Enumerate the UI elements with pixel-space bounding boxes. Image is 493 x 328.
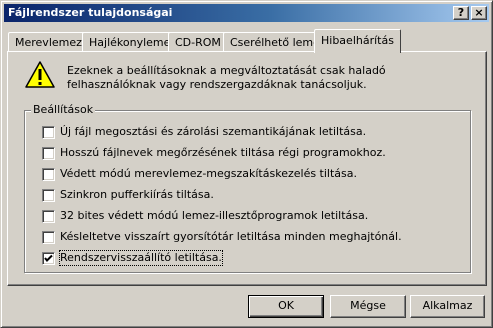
option-new-file-sharing[interactable]: Új fájl megosztási és zárolási szemantik… <box>42 124 366 140</box>
close-icon: × <box>474 6 484 19</box>
checkbox-checked[interactable] <box>42 251 55 265</box>
window-title: Fájlrendszer tulajdonságai <box>8 6 173 19</box>
option-write-behind-cache[interactable]: Késleltetve visszaírt gyorsítótár letilt… <box>42 229 402 245</box>
warning-line-1: Ezeknek a beállításoknak a megváltoztatá… <box>67 64 386 77</box>
option-label: 32 bites védett módú lemez-illesztőprogr… <box>60 209 369 222</box>
checkbox[interactable] <box>42 230 55 244</box>
option-label: Új fájl megosztási és zárolási szemantik… <box>60 125 367 138</box>
ok-button[interactable]: OK <box>248 295 324 318</box>
option-long-filenames[interactable]: Hosszú fájlnevek megőrzésének tiltása ré… <box>42 145 386 161</box>
option-label: Hosszú fájlnevek megőrzésének tiltása ré… <box>60 146 386 159</box>
tab-panel-hibaelharitas: Ezeknek a beállításoknak a megváltoztatá… <box>7 51 487 286</box>
apply-button[interactable]: Alkalmaz <box>410 295 485 318</box>
tab-hibaelharitas[interactable]: Hibaelhárítás <box>314 29 401 53</box>
warning-text: Ezeknek a beállításoknak a megváltoztatá… <box>67 64 467 92</box>
option-label: Rendszervisszaállító letiltása. <box>59 250 223 266</box>
warning-line-2: felhasználóknak vagy rendszergazdáknak t… <box>67 78 367 91</box>
checkbox[interactable] <box>42 167 55 181</box>
close-button[interactable]: × <box>471 6 487 20</box>
warning-triangle-icon <box>25 61 55 88</box>
checkmark-icon <box>44 254 53 262</box>
option-32bit-drivers[interactable]: 32 bites védett módú lemez-illesztőprogr… <box>42 208 368 224</box>
dialog-window: Fájlrendszer tulajdonságai ? × Merevleme… <box>0 0 493 328</box>
settings-group-title: Beállítások <box>31 103 96 117</box>
cancel-button[interactable]: Mégse <box>330 295 406 318</box>
option-system-restore[interactable]: Rendszervisszaállító letiltása. <box>42 250 223 266</box>
help-button[interactable]: ? <box>453 6 469 20</box>
option-protected-mode-interrupts[interactable]: Védett módú merevlemez-megszakításkezelé… <box>42 166 357 182</box>
checkbox[interactable] <box>42 146 55 160</box>
option-label: Védett módú merevlemez-megszakításkezelé… <box>60 167 358 180</box>
checkbox[interactable] <box>42 209 55 223</box>
tab-merevlemez[interactable]: Merevlemez <box>8 32 89 51</box>
title-bar[interactable]: Fájlrendszer tulajdonságai ? × <box>4 4 489 22</box>
checkbox[interactable] <box>42 188 55 202</box>
settings-group: Beállítások Új fájl megosztási és zárolá… <box>24 103 471 273</box>
option-label: Késleltetve visszaírt gyorsítótár letilt… <box>60 230 402 243</box>
checkbox[interactable] <box>42 125 55 139</box>
option-sync-buffer[interactable]: Szinkron pufferkiírás tiltása. <box>42 187 214 203</box>
tab-cd-rom[interactable]: CD-ROM <box>168 32 228 51</box>
option-label: Szinkron pufferkiírás tiltása. <box>60 188 214 201</box>
